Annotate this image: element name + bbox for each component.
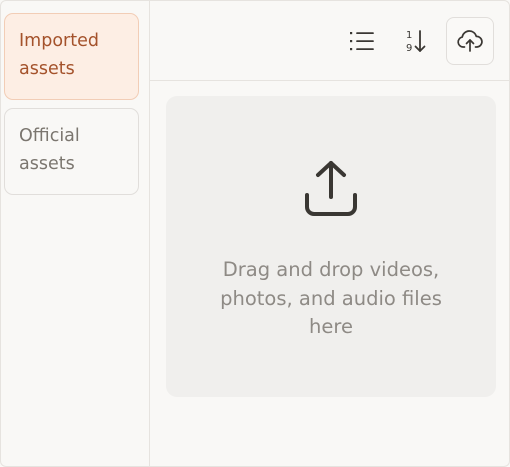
tab-imported-assets-label: Imported assets [19, 31, 99, 79]
tab-official-assets-label: Official assets [19, 126, 80, 174]
sort-numeric-icon: 1 9 [406, 30, 426, 54]
upload-icon [305, 161, 357, 216]
cloud-upload-icon [457, 30, 483, 52]
drop-zone[interactable]: Drag and drop videos, photos, and audio … [166, 96, 496, 397]
asset-panel: Imported assets Official assets 1 9 Drag… [0, 0, 510, 467]
tab-official-assets[interactable]: Official assets [4, 108, 139, 195]
upload-button[interactable] [446, 17, 494, 65]
tab-imported-assets[interactable]: Imported assets [4, 13, 139, 100]
drop-zone-text: Drag and drop videos, photos, and audio … [220, 258, 442, 338]
toolbar: 1 9 [150, 1, 509, 81]
sidebar: Imported assets Official assets [1, 1, 150, 466]
svg-text:1: 1 [406, 30, 412, 41]
list-view-button[interactable] [338, 17, 386, 65]
list-icon [350, 32, 374, 51]
svg-text:9: 9 [406, 43, 412, 54]
sort-button[interactable]: 1 9 [392, 17, 440, 65]
